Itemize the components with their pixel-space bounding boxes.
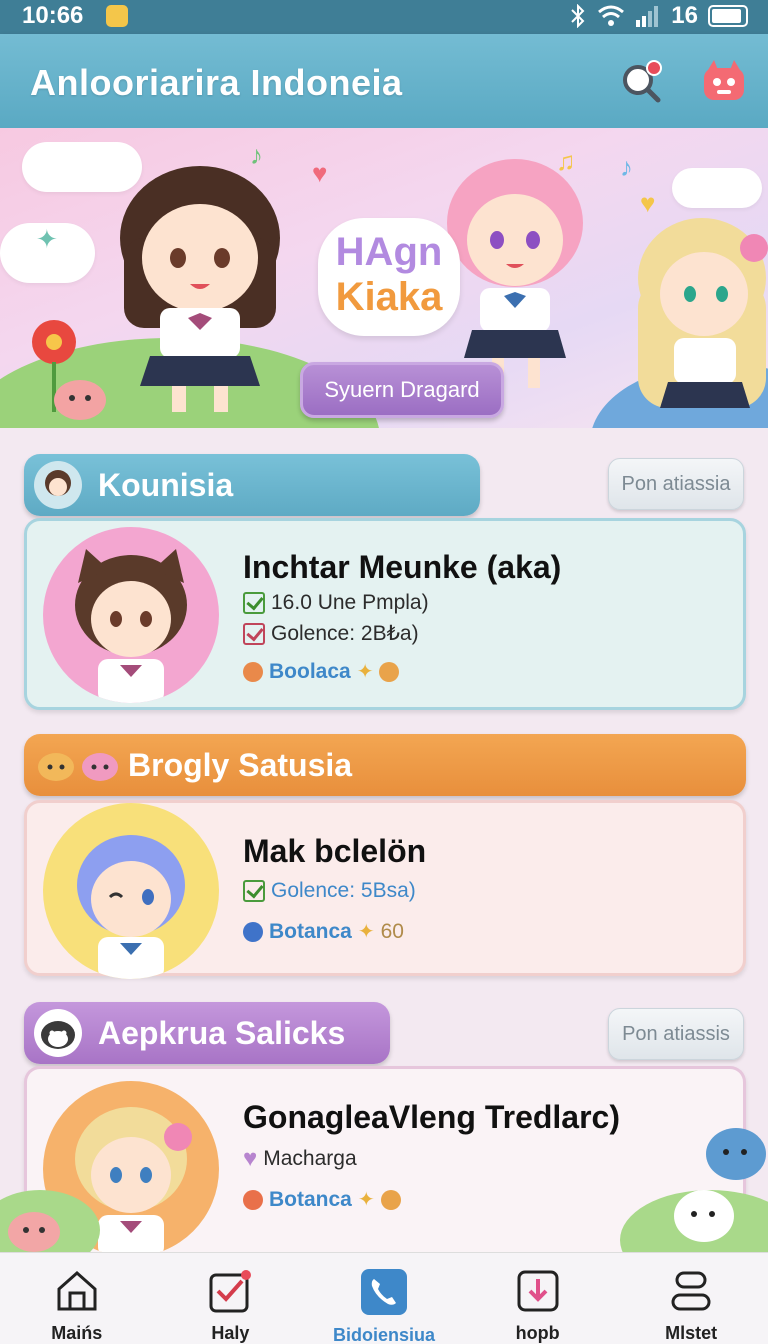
bush-decoration [0, 1190, 100, 1252]
card-link[interactable]: Botanca [269, 920, 352, 944]
bottom-navigation: Maińs Haly Bidoiensiua hopb Mlstet [0, 1252, 768, 1344]
card-title: GonagleaVleng Tredlarc) [243, 1099, 620, 1135]
anime-character-illustration [638, 218, 768, 408]
status-time: 10:66 [22, 2, 84, 29]
status-indicators: 16 [569, 2, 748, 30]
section-header-aepkrua[interactable]: Aepkrua Salicks [24, 1002, 390, 1064]
dog-icon [34, 1009, 82, 1057]
meta-row: Botanca ✦ [243, 1187, 401, 1212]
globe-icon [243, 921, 263, 942]
banner-cta-button[interactable]: Syuern Dragard [300, 362, 504, 418]
cookie-icon [380, 1189, 401, 1210]
section-title: Kounisia [98, 466, 234, 503]
music-note-icon: ♪ [620, 152, 633, 182]
sparkle-icon: ✦ [357, 921, 375, 943]
nav-label: Mlstet [665, 1323, 718, 1343]
download-icon [515, 1269, 561, 1313]
notification-app-icon [106, 5, 128, 27]
heart-icon: ♥ [312, 158, 328, 188]
section-action-button[interactable]: Pon atiassis [608, 1008, 744, 1060]
logo-text-line-2: Kiaka [335, 275, 443, 319]
character-card[interactable]: Inchtar Meunke (aka) 16.0 Une Pmpla) Gol… [24, 518, 746, 710]
nav-item-mains[interactable]: Maińs [0, 1253, 154, 1344]
section-action-button[interactable]: Pon atiassia [608, 458, 744, 510]
mascot-icon [704, 60, 744, 100]
signal-text: 16 [671, 2, 698, 29]
nav-label: Haly [211, 1323, 250, 1343]
battery-level [712, 9, 741, 23]
nav-item-bidoiensiua[interactable]: Bidoiensiua [307, 1253, 461, 1344]
cookie-icon [243, 661, 263, 682]
meta-text: Golence: 5Bsa) [271, 879, 416, 902]
mascot-button[interactable] [698, 56, 750, 108]
search-button[interactable] [616, 56, 668, 108]
app-title: Anlooriarira Indoneia [30, 62, 403, 103]
nav-item-hopb[interactable]: hopb [461, 1253, 615, 1344]
section-header-brogly[interactable]: Brogly Satusia [24, 734, 746, 796]
pig-icon [78, 741, 122, 789]
nav-item-mlstet[interactable]: Mlstet [614, 1253, 768, 1344]
meta-row: Botanca ✦ 60 [243, 919, 404, 944]
section-header-kounisia[interactable]: Kounisia [24, 454, 480, 516]
heart-icon: ♥ [243, 1145, 258, 1172]
status-bar: 10:66 16 [0, 0, 768, 34]
pig-icon [54, 380, 106, 420]
meta-row: 16.0 Une Pmpla) [243, 591, 429, 615]
home-icon [54, 1269, 100, 1313]
promo-banner[interactable]: HAgn Kiaka Syuern Dragard ♥ ♪ ♫ ♪ ♥ ✦ [0, 128, 768, 428]
nav-label: Maińs [51, 1323, 103, 1343]
card-link-suffix: 60 [380, 919, 404, 943]
meta-row: Golence: 5Bsa) [243, 879, 416, 903]
meta-row: Golence: 2B₺a) [243, 621, 419, 646]
battery-icon [708, 5, 748, 27]
signal-icon [636, 6, 659, 27]
logo-text-line-1: HAgn [335, 230, 443, 274]
avatar [43, 527, 219, 703]
card-title: Mak bclelön [243, 833, 427, 869]
banner-logo: HAgn Kiaka [318, 218, 460, 336]
sparkle-icon: ✦ [356, 661, 374, 683]
character-avatar-icon [34, 461, 82, 509]
check-icon [243, 622, 265, 645]
section-title: Aepkrua Salicks [98, 1014, 346, 1051]
meta-text: Machargа [263, 1147, 357, 1170]
cookie-icon [243, 1189, 263, 1210]
check-icon [243, 592, 265, 614]
sparkle-icon: ✦ [357, 1189, 375, 1211]
music-note-icon: ♪ [250, 140, 263, 170]
check-icon [243, 880, 265, 902]
meta-row: ♥ Machargа [243, 1145, 357, 1173]
search-icon [623, 60, 662, 103]
anime-character-illustration [447, 159, 583, 388]
cookie-icon [379, 661, 400, 682]
bluetooth-icon [571, 4, 585, 28]
meta-text: Golence: 2B₺a) [271, 622, 419, 645]
cloud-decoration [672, 168, 762, 208]
nav-item-haly[interactable]: Haly [154, 1253, 308, 1344]
character-card[interactable]: Mak bclelön Golence: 5Bsa) Botanca ✦ 60 [24, 800, 746, 979]
nav-label: hopb [515, 1323, 560, 1343]
app-header: Anlooriarira Indoneia [0, 34, 768, 128]
checklist-icon [207, 1269, 253, 1313]
avatar [43, 803, 219, 979]
meta-row: Boolaca ✦ [243, 659, 400, 684]
card-title: Inchtar Meunke (aka) [243, 549, 562, 585]
heart-icon: ♥ [640, 188, 656, 218]
phone-icon [360, 1269, 407, 1315]
card-link[interactable]: Botanca [269, 1188, 352, 1212]
bush-decoration [620, 1128, 768, 1252]
anime-character-illustration [120, 166, 280, 412]
music-note-icon: ♫ [556, 146, 576, 176]
card-link[interactable]: Boolaca [269, 660, 351, 684]
nav-label: Bidoiensiua [332, 1325, 435, 1344]
cat-icon [34, 741, 78, 789]
wifi-icon [598, 5, 625, 26]
meta-text: 16.0 Une Pmpla) [271, 591, 429, 614]
star-icon: ✦ [36, 224, 58, 254]
section-title: Brogly Satusia [128, 746, 353, 783]
stack-icon [668, 1269, 714, 1313]
